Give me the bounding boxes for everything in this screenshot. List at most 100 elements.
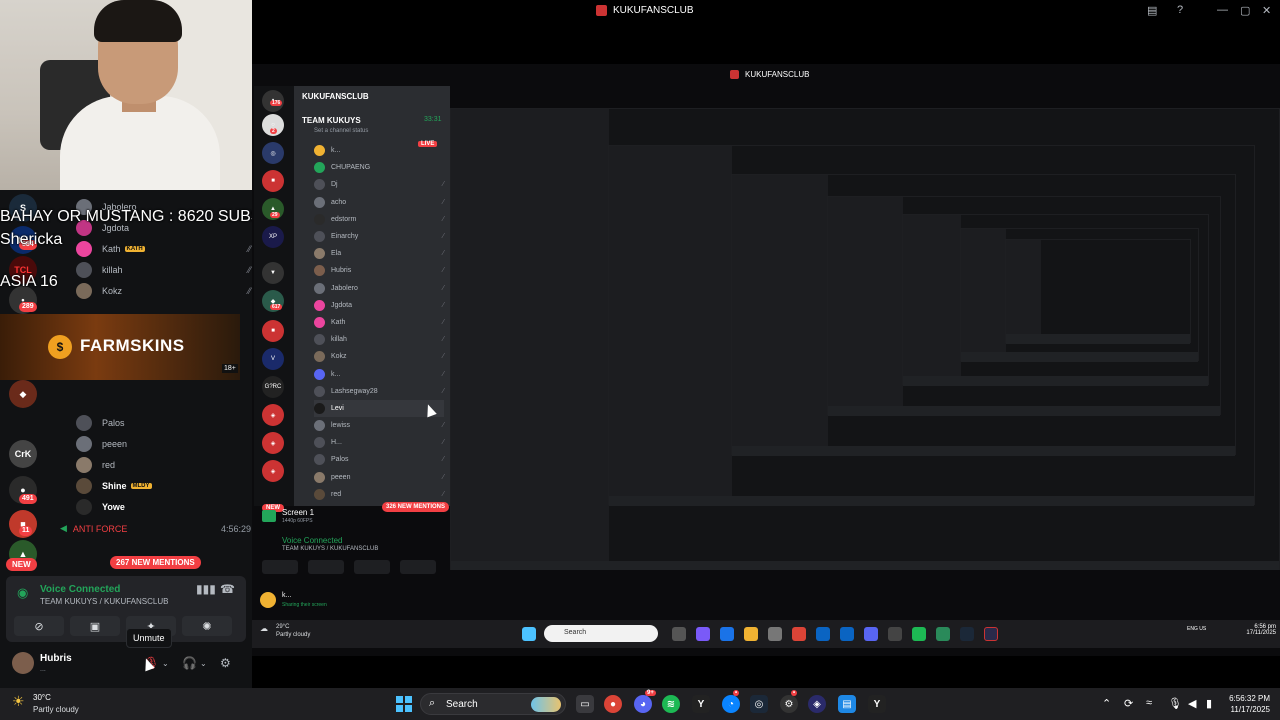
wifi-icon[interactable]: ≈ xyxy=(1146,697,1152,709)
camera-off-button[interactable] xyxy=(262,560,298,574)
voice-user[interactable]: red ⁄ xyxy=(314,486,444,503)
username[interactable]: k... xyxy=(282,592,291,599)
taskbar-app-icon[interactable] xyxy=(816,627,830,641)
new-badge[interactable]: NEW xyxy=(6,558,37,571)
voice-channel-path[interactable]: TEAM KUKUYS / KUKUFANSCLUB xyxy=(282,546,378,552)
battery-icon[interactable]: ▮ xyxy=(1206,697,1212,710)
signal-icon[interactable]: ◉ xyxy=(17,585,28,601)
voice-connected-title[interactable]: Voice Connected xyxy=(282,536,343,545)
soundboard-button[interactable]: ✺ xyxy=(182,616,232,636)
soundboard-button[interactable] xyxy=(400,560,436,574)
weather-icon[interactable]: ☀ xyxy=(12,693,25,710)
server-name[interactable]: KUKUFANSCLUB xyxy=(302,92,369,101)
server-icon[interactable]: ◈ xyxy=(262,460,284,482)
clock[interactable]: 6:56 pm 17/11/2025 xyxy=(1232,624,1276,636)
voice-user[interactable]: red xyxy=(76,454,251,475)
network-icon[interactable]: ⟳ xyxy=(1124,697,1133,710)
chevron-down-icon[interactable]: ⌄ xyxy=(162,659,169,668)
voice-user[interactable]: Kath ⁄ xyxy=(314,314,444,331)
voice-user[interactable]: H... ⁄ xyxy=(314,434,444,451)
server-icon[interactable]: ◈ xyxy=(262,404,284,426)
voice-user[interactable]: Jabolero ⁄ xyxy=(314,280,444,297)
server-icon[interactable]: ◈ xyxy=(262,432,284,454)
server-icon[interactable]: ■ xyxy=(262,170,284,192)
settings-gear-icon[interactable]: ⚙ xyxy=(220,656,231,670)
taskbar-app-icon[interactable] xyxy=(696,627,710,641)
maximize-icon[interactable]: ▢ xyxy=(1240,4,1250,17)
server-icon[interactable]: V xyxy=(262,348,284,370)
server-icon-crk[interactable]: CrK xyxy=(9,440,37,468)
app-y-icon[interactable]: Y xyxy=(868,695,886,713)
taskbar-app-icon[interactable] xyxy=(672,627,686,641)
minimize-icon[interactable]: — xyxy=(1217,4,1228,16)
chevron-up-icon[interactable]: ⌃ xyxy=(1102,697,1111,710)
taskbar-search[interactable]: ⌕ Search xyxy=(420,693,566,715)
taskbar-app-icon[interactable] xyxy=(888,627,902,641)
voice-user[interactable]: Kokz ⁄ xyxy=(314,348,444,365)
spotify-icon[interactable] xyxy=(912,627,926,641)
activities-button[interactable] xyxy=(354,560,390,574)
avatar[interactable] xyxy=(260,592,276,608)
disconnect-icon[interactable]: ☎ xyxy=(220,582,235,596)
language-indicator[interactable]: ENG US xyxy=(1187,626,1206,632)
server-icon[interactable]: ◎ xyxy=(262,142,284,164)
weather-temp[interactable]: 30°C xyxy=(33,693,51,702)
new-mentions-pill[interactable]: 267 NEW MENTIONS xyxy=(110,556,201,569)
voice-user[interactable]: edstorm ⁄ xyxy=(314,211,444,228)
server-icon[interactable]: ▼ xyxy=(262,262,284,284)
farmskins-ad-banner[interactable]: $ FARMSKINS 18+ xyxy=(0,314,240,380)
speaker-icon[interactable]: ◀ xyxy=(1188,697,1196,710)
voice-user[interactable]: Hubris ⁄ xyxy=(314,262,444,279)
voice-user[interactable]: k... ⁄ xyxy=(314,365,444,382)
inbox-icon[interactable]: ▤ xyxy=(1147,4,1157,17)
voice-user[interactable]: Palos xyxy=(76,412,251,433)
app-y-icon[interactable]: Y xyxy=(692,695,710,713)
voice-user[interactable]: Lashsegway28 ⁄ xyxy=(314,383,444,400)
voice-user[interactable]: lewiss ⁄ xyxy=(314,417,444,434)
chrome-icon[interactable]: ● xyxy=(604,695,622,713)
start-icon[interactable] xyxy=(522,627,536,641)
notepad-icon[interactable]: ▤ xyxy=(838,695,856,713)
voice-user[interactable]: Shine MLDY xyxy=(76,476,251,497)
voice-user[interactable]: Einarchy ⁄ xyxy=(314,228,444,245)
voice-user[interactable]: Jgdota ⁄ xyxy=(314,297,444,314)
voice-user[interactable]: k... xyxy=(314,142,444,159)
close-icon[interactable]: ✕ xyxy=(1262,4,1271,17)
discord-icon[interactable]: ◕ xyxy=(634,695,652,713)
voice-user[interactable]: killah ⁄⁄ xyxy=(76,260,251,281)
voice-channel-path[interactable]: TEAM KUKUYS / KUKUFANSCLUB xyxy=(40,597,168,606)
server-icon[interactable]: ◆ xyxy=(9,380,37,408)
avatar[interactable] xyxy=(12,652,34,674)
weather-desc[interactable]: Partly cloudy xyxy=(33,705,79,714)
voice-user[interactable]: Kokz ⁄⁄ xyxy=(76,281,251,302)
voice-channel-name[interactable]: TEAM KUKUYS xyxy=(302,116,361,125)
app-icon[interactable]: ◈ xyxy=(808,695,826,713)
voice-user[interactable]: Yowe xyxy=(76,497,251,518)
messenger-icon[interactable]: ◔ xyxy=(722,695,740,713)
clock[interactable]: 6:56:32 PM 11/17/2025 xyxy=(1222,693,1270,715)
share-screen-button[interactable]: ▣ xyxy=(70,616,120,636)
folder-icon[interactable] xyxy=(744,627,758,641)
voice-user[interactable]: peeen xyxy=(76,433,251,454)
voice-user[interactable]: acho ⁄ xyxy=(314,194,444,211)
taskbar-app-icon[interactable] xyxy=(840,627,854,641)
camera-off-button[interactable]: ⊘ xyxy=(14,616,64,636)
voice-channel-row[interactable]: ◀ ANTI FORCE 4:56:29 xyxy=(60,518,251,539)
windows-start-icon[interactable] xyxy=(396,696,412,712)
taskbar-app-icon[interactable] xyxy=(984,627,998,641)
taskbar-app-icon[interactable] xyxy=(768,627,782,641)
voice-connected-title[interactable]: Voice Connected xyxy=(40,584,120,595)
mic-icon[interactable]: 🎙 xyxy=(1168,697,1182,710)
help-icon[interactable]: ? xyxy=(1177,4,1183,16)
app-icon[interactable]: ⚙ xyxy=(780,695,798,713)
channel-status[interactable]: Set a channel status xyxy=(314,128,368,134)
username[interactable]: Hubris xyxy=(40,653,72,664)
voice-user[interactable]: Kath KATH ⁄⁄ xyxy=(76,238,251,259)
steam-icon[interactable] xyxy=(960,627,974,641)
chrome-icon[interactable] xyxy=(792,627,806,641)
headphones-icon[interactable]: 🎧 xyxy=(182,656,197,670)
noise-suppression-icon[interactable]: ▮▮▮ xyxy=(196,582,216,596)
voice-user[interactable]: Palos ⁄ xyxy=(314,451,444,468)
steam-icon[interactable]: ◎ xyxy=(750,695,768,713)
share-screen-button[interactable] xyxy=(308,560,344,574)
